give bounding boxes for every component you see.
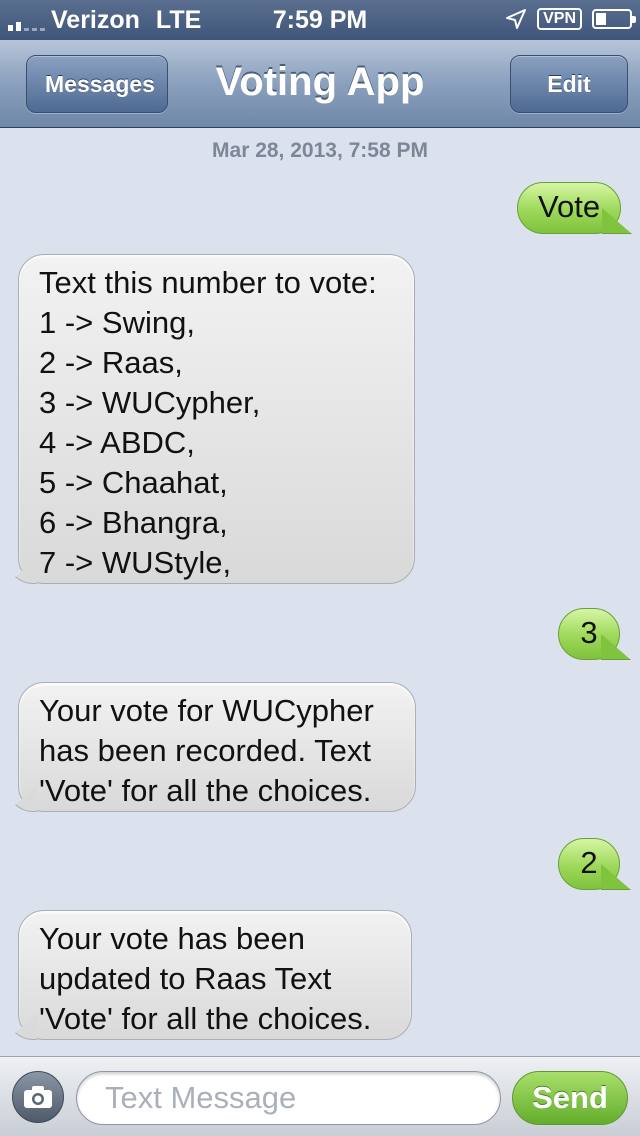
bubble-tail (602, 208, 632, 234)
status-bar: Verizon LTE 7:59 PM VPN (0, 0, 640, 40)
outgoing-message[interactable]: Vote (517, 182, 632, 234)
bubble-tail (601, 634, 631, 660)
send-button[interactable]: Send (512, 1071, 628, 1125)
incoming-message[interactable]: Your vote for WUCypher has been recorded… (7, 682, 416, 812)
bubble-tail (7, 558, 37, 584)
message-text: 3 (580, 615, 598, 650)
back-button-label: Messages (45, 70, 155, 97)
incoming-message[interactable]: Your vote has been updated to Raas Text … (7, 910, 412, 1040)
outgoing-message[interactable]: 3 (558, 608, 631, 660)
vpn-badge: VPN (537, 8, 582, 30)
bubble-tail (7, 786, 37, 812)
message-text: 2 (580, 845, 598, 880)
battery-level (596, 13, 606, 25)
incoming-message[interactable]: Text this number to vote: 1 -> Swing, 2 … (7, 254, 415, 584)
status-right: VPN (505, 8, 636, 30)
camera-button[interactable] (12, 1071, 64, 1123)
edit-button[interactable]: Edit (510, 55, 628, 113)
outgoing-message[interactable]: 2 (558, 838, 631, 890)
conversation-view[interactable]: Mar 28, 2013, 7:58 PM Vote Text this num… (0, 129, 640, 1056)
location-arrow-icon (506, 9, 527, 29)
text-message-input[interactable] (76, 1071, 501, 1125)
camera-icon (24, 1086, 52, 1108)
message-text: Your vote for WUCypher has been recorded… (39, 693, 374, 808)
bubble-tail (7, 1014, 37, 1040)
message-text: Your vote has been updated to Raas Text … (39, 921, 372, 1036)
nav-bar: Messages Voting App Edit (0, 40, 640, 128)
message-text: Text this number to vote: 1 -> Swing, 2 … (39, 265, 377, 580)
bubble-tail (601, 864, 631, 890)
conversation-timestamp: Mar 28, 2013, 7:58 PM (212, 139, 428, 162)
battery-icon (592, 9, 636, 29)
message-text: Vote (538, 189, 601, 224)
message-input-bar: Send (0, 1056, 640, 1136)
